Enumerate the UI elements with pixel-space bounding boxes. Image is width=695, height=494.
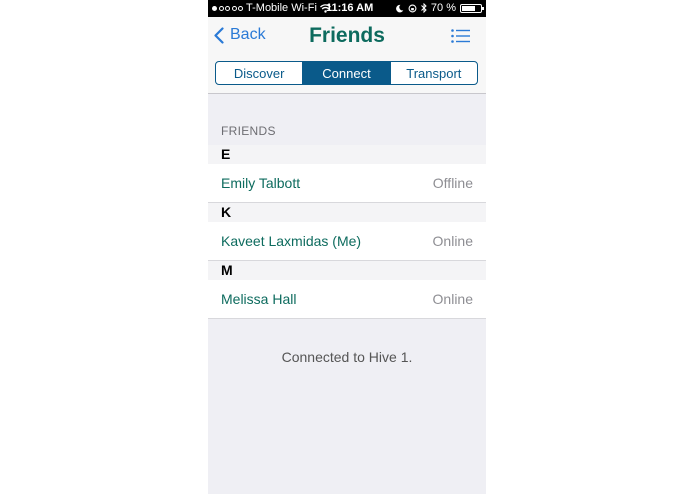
friend-name: Emily Talbott	[221, 175, 301, 191]
friend-status: Online	[432, 233, 473, 249]
friend-status: Online	[432, 291, 473, 307]
tab-discover[interactable]: Discover	[216, 62, 302, 84]
friend-name: Melissa Hall	[221, 291, 297, 307]
moon-icon	[396, 4, 404, 12]
list-menu-icon[interactable]	[451, 29, 470, 43]
rotation-lock-icon	[408, 4, 417, 12]
friend-name: Kaveet Laxmidas (Me)	[221, 233, 362, 249]
battery-percent: 70 %	[430, 2, 456, 14]
battery-icon	[460, 3, 484, 13]
phone-screen: T-Mobile Wi-Fi 11:16 AM 70 % Back Friend…	[208, 0, 486, 494]
index-letter-m: M	[208, 261, 486, 280]
signal-strength-icon	[212, 5, 243, 11]
friends-list: E Emily Talbott Offline K Kaveet Laxmida…	[208, 145, 486, 319]
tab-connect[interactable]: Connect	[302, 62, 390, 84]
carrier-label: T-Mobile Wi-Fi	[246, 2, 317, 14]
page-title: Friends	[309, 24, 385, 47]
index-letter-e: E	[208, 145, 486, 164]
navigation-bar: Back Friends Discover Connect Transport	[208, 17, 486, 94]
friend-status: Offline	[432, 175, 473, 191]
connection-status-message: Connected to Hive 1.	[281, 349, 413, 365]
status-bar: T-Mobile Wi-Fi 11:16 AM 70 %	[208, 0, 486, 17]
index-letter-k: K	[208, 203, 486, 222]
friends-section-header: FRIENDS	[221, 124, 276, 138]
tab-transport[interactable]: Transport	[389, 62, 477, 84]
status-time: 11:16 AM	[326, 2, 374, 14]
list-item-melissa-hall[interactable]: Melissa Hall Online	[208, 280, 486, 319]
list-item-emily-talbott[interactable]: Emily Talbott Offline	[208, 164, 486, 203]
bluetooth-icon	[421, 3, 427, 13]
tab-segmented-control: Discover Connect Transport	[215, 61, 478, 85]
list-item-kaveet-laxmidas[interactable]: Kaveet Laxmidas (Me) Online	[208, 222, 486, 261]
